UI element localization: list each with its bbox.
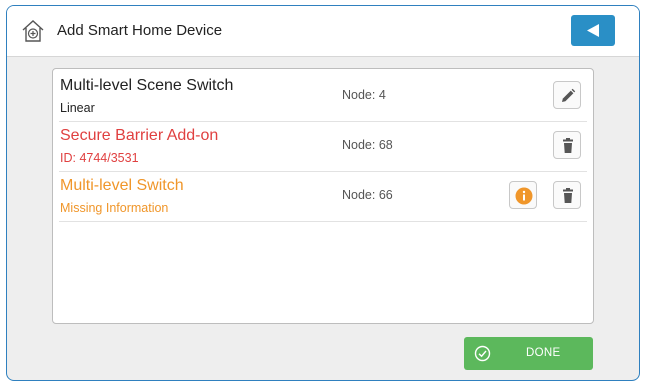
info-button[interactable]: [509, 181, 537, 209]
trash-icon: [563, 138, 573, 153]
device-name: Secure Barrier Add-on: [60, 127, 219, 144]
device-node: Node: 66: [342, 188, 393, 202]
list-item[interactable]: Multi-level Switch Missing Information N…: [59, 172, 587, 222]
app-frame: Add Smart Home Device Multi-level Scene …: [6, 5, 640, 381]
delete-button[interactable]: [553, 181, 581, 209]
device-subtitle: Missing Information: [60, 201, 169, 215]
page-title: Add Smart Home Device: [57, 22, 223, 39]
trash-icon: [563, 188, 573, 203]
device-name: Multi-level Scene Switch: [60, 77, 234, 94]
device-node: Node: 68: [342, 138, 393, 152]
back-button[interactable]: [571, 15, 615, 46]
done-button[interactable]: DONE: [464, 337, 593, 370]
edit-icon: [562, 88, 576, 102]
back-arrow-icon: [587, 24, 599, 37]
header: Add Smart Home Device: [7, 6, 639, 57]
device-subtitle: Linear: [60, 101, 95, 115]
check-circle-icon: [474, 345, 491, 362]
device-list: Multi-level Scene Switch Linear Node: 4 …: [52, 68, 594, 324]
delete-button[interactable]: [553, 131, 581, 159]
device-name: Multi-level Switch: [60, 177, 184, 194]
device-subtitle: ID: 4744/3531: [60, 151, 139, 165]
edit-button[interactable]: [553, 81, 581, 109]
device-node: Node: 4: [342, 88, 386, 102]
done-label: DONE: [526, 347, 561, 359]
list-item[interactable]: Multi-level Scene Switch Linear Node: 4: [59, 72, 587, 122]
info-icon: [515, 187, 533, 205]
home-plus-icon: [20, 18, 46, 44]
list-item[interactable]: Secure Barrier Add-on ID: 4744/3531 Node…: [59, 122, 587, 172]
